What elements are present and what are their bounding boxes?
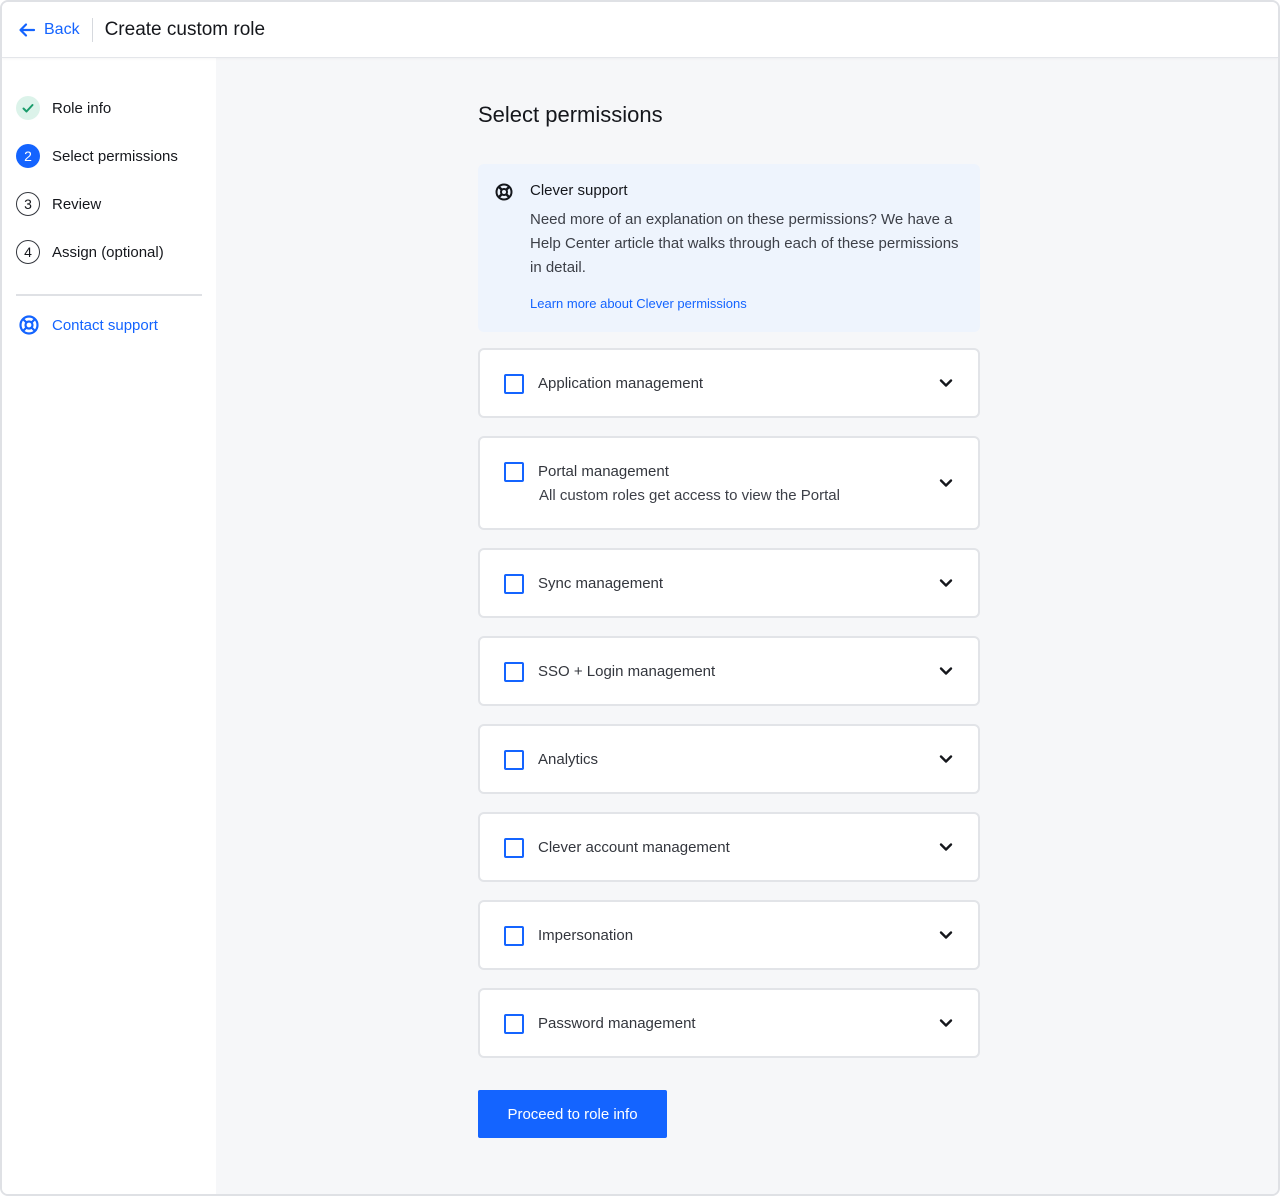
permission-checkbox[interactable] bbox=[504, 462, 524, 482]
chevron-down-icon[interactable] bbox=[938, 927, 954, 943]
step-number: 3 bbox=[16, 192, 40, 216]
step-select-permissions[interactable]: 2 Select permissions bbox=[16, 132, 216, 180]
step-done-marker bbox=[16, 96, 40, 120]
arrow-left-icon bbox=[19, 22, 36, 37]
permission-card-analytics[interactable]: Analytics bbox=[478, 724, 980, 794]
check-icon bbox=[22, 104, 34, 113]
sidebar-divider bbox=[16, 294, 202, 296]
page-title: Create custom role bbox=[104, 18, 266, 40]
permission-card-sso-login[interactable]: SSO + Login management bbox=[478, 636, 980, 706]
step-role-info[interactable]: Role info bbox=[16, 84, 216, 132]
permission-description: All custom roles get access to view the … bbox=[539, 487, 840, 504]
section-title: Select permissions bbox=[478, 102, 663, 127]
learn-more-link[interactable]: Learn more about Clever permissions bbox=[530, 296, 747, 311]
permission-label: Application management bbox=[538, 375, 704, 392]
back-label: Back bbox=[44, 20, 80, 38]
permission-card-impersonation[interactable]: Impersonation bbox=[478, 900, 980, 970]
sidebar: Role info 2 Select permissions 3 Review … bbox=[2, 58, 216, 1194]
chevron-down-icon[interactable] bbox=[938, 1015, 954, 1031]
step-review[interactable]: 3 Review bbox=[16, 180, 216, 228]
callout-body: Need more of an explanation on these per… bbox=[530, 211, 959, 276]
main-content: Select permissions Clever support Need m… bbox=[216, 58, 1278, 1194]
permission-checkbox[interactable] bbox=[504, 1014, 524, 1034]
proceed-button[interactable]: Proceed to role info bbox=[478, 1090, 667, 1138]
permission-card-clever-account[interactable]: Clever account management bbox=[478, 812, 980, 882]
permission-label: Analytics bbox=[538, 751, 599, 768]
permission-checkbox[interactable] bbox=[504, 750, 524, 770]
permission-card-password[interactable]: Password management bbox=[478, 988, 980, 1058]
step-number: 4 bbox=[16, 240, 40, 264]
step-label: Review bbox=[52, 195, 102, 213]
permission-checkbox[interactable] bbox=[504, 926, 524, 946]
permission-checkbox[interactable] bbox=[504, 838, 524, 858]
step-list: Role info 2 Select permissions 3 Review … bbox=[2, 58, 216, 276]
permission-card-sync[interactable]: Sync management bbox=[478, 548, 980, 618]
top-bar: Back Create custom role bbox=[2, 2, 1278, 58]
permission-card-application[interactable]: Application management bbox=[478, 348, 980, 418]
chevron-down-icon[interactable] bbox=[938, 475, 954, 491]
step-label: Assign (optional) bbox=[52, 243, 164, 261]
step-label: Select permissions bbox=[52, 147, 178, 165]
chevron-down-icon[interactable] bbox=[938, 663, 954, 679]
step-assign[interactable]: 4 Assign (optional) bbox=[16, 228, 216, 276]
permission-label: SSO + Login management bbox=[538, 663, 716, 680]
permission-label: Clever account management bbox=[538, 839, 730, 856]
contact-support-label: Contact support bbox=[52, 316, 158, 334]
app-window: Back Create custom role Role info 2 Sele… bbox=[0, 0, 1280, 1196]
step-number: 2 bbox=[16, 144, 40, 168]
contact-support-link[interactable]: Contact support bbox=[18, 314, 216, 336]
chevron-down-icon[interactable] bbox=[938, 839, 954, 855]
permission-checkbox[interactable] bbox=[504, 574, 524, 594]
chevron-down-icon[interactable] bbox=[938, 375, 954, 391]
back-button[interactable]: Back bbox=[18, 17, 93, 42]
step-label: Role info bbox=[52, 99, 112, 117]
chevron-down-icon[interactable] bbox=[938, 575, 954, 591]
lifebuoy-icon bbox=[495, 183, 513, 201]
permission-checkbox[interactable] bbox=[504, 374, 524, 394]
callout-title: Clever support bbox=[530, 182, 628, 199]
permission-label: Portal management bbox=[538, 463, 669, 480]
lifebuoy-icon bbox=[19, 315, 39, 335]
support-callout: Clever support Need more of an explanati… bbox=[478, 164, 980, 332]
permission-label: Sync management bbox=[538, 575, 664, 592]
permission-label: Password management bbox=[538, 1015, 696, 1032]
chevron-down-icon[interactable] bbox=[938, 751, 954, 767]
permission-checkbox[interactable] bbox=[504, 662, 524, 682]
permission-card-portal[interactable]: Portal management All custom roles get a… bbox=[478, 436, 980, 530]
permission-label: Impersonation bbox=[538, 927, 634, 944]
